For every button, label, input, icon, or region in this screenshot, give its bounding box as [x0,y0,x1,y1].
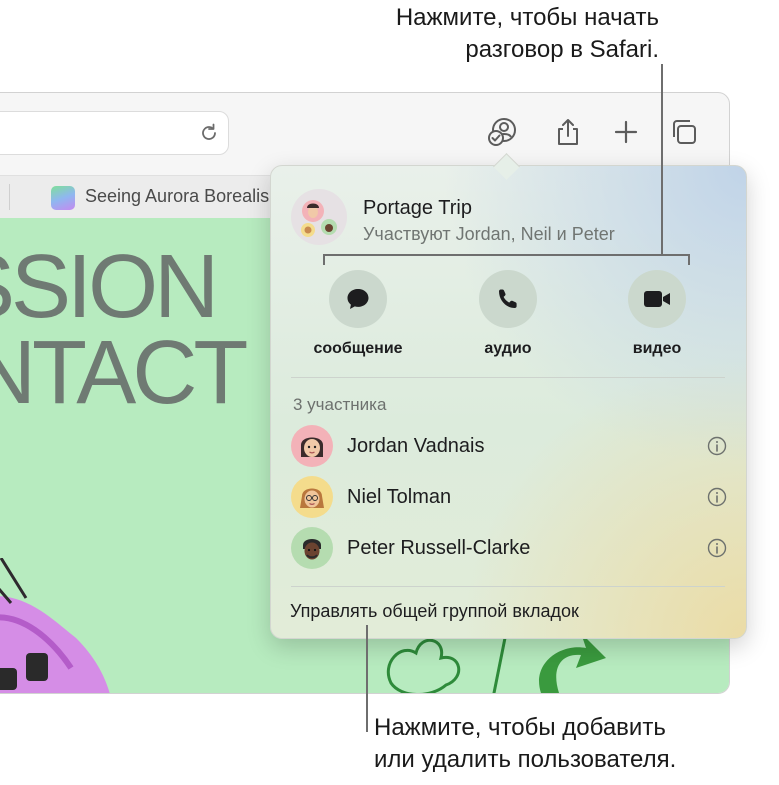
divider [291,377,725,378]
page-headline-2: NTACT [0,323,248,423]
message-action-circle [329,270,387,328]
callout-bracket-left [323,254,325,265]
audio-action-circle [479,270,537,328]
avatar [291,476,333,518]
callout-bracket-right [688,254,690,265]
participant-name: Niel Tolman [347,486,452,508]
video-camera-icon [644,291,670,307]
phone-icon [499,289,517,308]
group-avatar [291,189,347,245]
video-action-button[interactable]: видео [597,270,717,358]
participant-row[interactable]: Jordan Vadnais [291,424,727,468]
memoji-avatar-icon [303,539,321,560]
participants-heading: 3 участника [293,395,387,414]
participant-name: Peter Russell-Clarke [347,537,531,559]
callout-line-bottom [366,625,368,732]
audio-action-label: аудио [484,340,532,357]
audio-action-button[interactable]: аудио [448,270,568,358]
callout-top-line-1: Нажмите, чтобы начать [395,4,659,31]
callout-start-conversation: Нажмите, чтобы начать разговор в Safari. [396,2,659,66]
memoji-avatar-icon [301,437,323,457]
participant-row[interactable]: Peter Russell-Clarke [291,526,727,570]
address-bar[interactable] [0,111,229,155]
tab-divider [9,184,10,210]
callout-line-top [661,64,663,255]
manage-tab-group-link[interactable]: Управлять общей группой вкладок [290,601,579,622]
avatar [291,527,333,569]
info-icon[interactable] [707,487,727,507]
group-name: Portage Trip [363,197,472,219]
group-members-summary: Участвуют Jordan, Neil и Peter [363,224,615,244]
avatar [291,425,333,467]
tab-overview-icon[interactable] [669,117,699,147]
divider [291,586,725,587]
video-action-circle [628,270,686,328]
message-bubble-icon [347,289,369,309]
shared-tab-group-popover: Portage Trip Участвуют Jordan, Neil и Pe… [270,153,747,639]
callout-add-remove-user: Нажмите, чтобы добавить или удалить поль… [374,712,676,776]
callout-bracket-horizontal [323,254,689,256]
tab-title: Seeing Aurora Borealis [85,186,270,206]
page-headline-1: SSION [0,237,219,337]
tab-favicon-icon [51,186,75,210]
share-icon[interactable] [553,117,583,147]
callout-top-line-2: разговор в Safari. [465,36,659,63]
shareplay-icon[interactable] [487,117,517,147]
memoji-avatar-icon [300,488,324,508]
message-action-button[interactable]: сообщение [298,270,418,358]
purple-illustration [0,558,110,693]
new-tab-icon[interactable] [611,117,641,147]
callout-bottom-line-1: Нажмите, чтобы добавить [374,714,666,741]
message-action-label: сообщение [313,340,403,357]
info-icon[interactable] [707,436,727,456]
info-icon[interactable] [707,538,727,558]
video-action-label: видео [632,340,682,357]
reload-icon[interactable] [198,122,220,144]
group-avatar-icon [301,200,337,237]
participant-name: Jordan Vadnais [347,435,485,457]
callout-bottom-line-2: или удалить пользователя. [374,746,677,773]
participant-row[interactable]: Niel Tolman [291,475,727,519]
